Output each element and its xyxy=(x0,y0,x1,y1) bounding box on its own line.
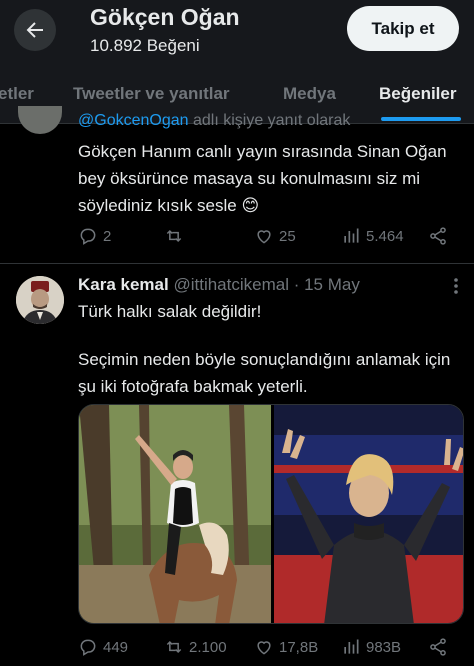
like-button[interactable]: 25 xyxy=(254,226,296,246)
portrait-image xyxy=(16,276,64,324)
retweet-button[interactable] xyxy=(164,226,189,246)
follow-button[interactable]: Takip et xyxy=(347,6,459,51)
likes-count: 10.892 Beğeni xyxy=(90,36,200,55)
share-button[interactable] xyxy=(428,226,453,246)
avatar[interactable] xyxy=(16,276,64,324)
retweet-button[interactable]: 2.100 xyxy=(164,637,227,657)
reply-count: 2 xyxy=(103,227,112,245)
view-count: 5.464 xyxy=(366,227,404,245)
active-tab-indicator xyxy=(381,117,461,121)
tweet-actions: 449 2.100 17,8B 983B xyxy=(78,637,458,661)
arrow-left-icon xyxy=(26,22,43,38)
share-icon xyxy=(430,227,446,245)
tweet-media[interactable] xyxy=(78,404,464,624)
reply-icon xyxy=(80,228,96,245)
back-button[interactable] xyxy=(14,9,56,51)
retweet-count: 2.100 xyxy=(189,638,227,656)
photo-horse-rider[interactable] xyxy=(79,405,271,624)
tweet-header: Kara kemal @ittihatcikemal · 15 May xyxy=(78,275,360,295)
retweet-icon xyxy=(166,229,182,243)
analytics-icon xyxy=(344,228,359,243)
reply-button[interactable]: 2 xyxy=(78,226,111,246)
tweet-actions: 2 25 5.464 xyxy=(78,226,458,250)
share-icon xyxy=(430,638,446,656)
tab-tweets[interactable]: etler xyxy=(0,84,34,104)
tweet-text-line2: Seçimin neden böyle sonuçlandığını anlam… xyxy=(78,350,451,396)
like-count: 17,8B xyxy=(279,638,319,656)
tweet-text: Gökçen Hanım canlı yayın sırasında Sinan… xyxy=(78,142,447,215)
author-handle[interactable]: @ittihatcikemal xyxy=(173,275,289,294)
photo-stage-speaker[interactable] xyxy=(274,405,464,624)
analytics-icon xyxy=(344,639,359,654)
tweet-date[interactable]: · 15 May xyxy=(294,275,360,294)
profile-name: Gökçen Oğan xyxy=(90,4,240,30)
views-button[interactable]: 983B xyxy=(341,637,401,657)
more-dots-icon xyxy=(454,278,458,294)
profile-header: Gökçen Oğan 10.892 Beğeni Takip et xyxy=(0,0,474,64)
avatar[interactable] xyxy=(18,106,62,134)
heart-icon xyxy=(257,230,271,244)
like-count: 25 xyxy=(279,227,296,245)
like-button[interactable]: 17,8B xyxy=(254,637,318,657)
reply-button[interactable]: 449 xyxy=(78,637,128,657)
reply-icon xyxy=(80,639,96,656)
retweet-icon xyxy=(166,640,182,654)
reply-context: @GokcenOgan adlı kişiye yanıt olarak xyxy=(78,112,350,130)
views-button[interactable]: 5.464 xyxy=(341,226,404,246)
reply-count: 449 xyxy=(103,638,129,656)
tab-likes[interactable]: Beğeniler xyxy=(379,84,456,104)
heart-icon xyxy=(257,641,271,655)
tweet-divider xyxy=(0,263,474,264)
reply-mention-link[interactable]: @GokcenOgan xyxy=(78,112,189,129)
reply-context-text: adlı kişiye yanıt olarak xyxy=(188,112,351,129)
view-count: 983B xyxy=(366,638,402,656)
tweet-text-line1: Türk halkı salak değildir! xyxy=(78,302,262,321)
more-options-button[interactable] xyxy=(446,276,466,296)
share-button[interactable] xyxy=(428,637,453,657)
tab-tweets-and-replies[interactable]: Tweetler ve yanıtlar xyxy=(73,84,230,104)
tab-media[interactable]: Medya xyxy=(283,84,336,104)
author-name[interactable]: Kara kemal xyxy=(78,275,169,294)
